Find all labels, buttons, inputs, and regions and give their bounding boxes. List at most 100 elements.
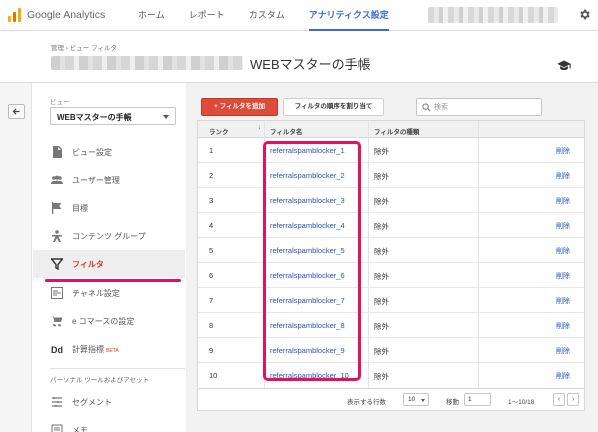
beta-badge: BETA (106, 348, 119, 354)
filter-name-link[interactable]: referralspamblocker_5 (270, 246, 345, 255)
memo-icon (51, 424, 63, 432)
rank-cell: 6 (209, 271, 214, 280)
table-row: 3 referralspamblocker_3 除外 削除 (198, 188, 584, 213)
filter-name-link[interactable]: referralspamblocker_10 (270, 371, 349, 380)
rank-cell: 2 (209, 171, 214, 180)
view-selector[interactable]: WEBマスターの手帳 (50, 107, 176, 125)
svg-text:Dd: Dd (51, 345, 63, 355)
pagination-bar: 表示する行数 10 移動 1 1～10/18 ‹ › (197, 389, 585, 411)
column-header-rank[interactable]: ランク (209, 126, 229, 136)
delete-link[interactable]: 削除 (556, 371, 570, 381)
sidebar-item-label: コンテンツ グループ (72, 232, 146, 241)
filter-type-cell: 除外 (374, 322, 389, 331)
sidebar-item-filters[interactable]: フィルタ (33, 250, 185, 278)
goto-page-input[interactable]: 1 (464, 393, 491, 406)
sidebar-item-channel-settings[interactable]: チャネル設定 (33, 279, 185, 307)
graduation-cap-icon[interactable] (557, 60, 571, 70)
page-header: 管理 › ビュー フィルタ WEBマスターの手帳 (0, 31, 598, 83)
analytics-logo-icon (8, 8, 22, 22)
delete-link[interactable]: 削除 (556, 296, 570, 306)
sidebar-item-view-settings[interactable]: ビュー設定 (33, 138, 185, 166)
filter-type-cell: 除外 (374, 172, 389, 181)
sidebar-item-content-grouping[interactable]: コンテンツ グループ (33, 222, 185, 250)
filter-name-link[interactable]: referralspamblocker_8 (270, 321, 345, 330)
filter-name-link[interactable]: referralspamblocker_2 (270, 171, 345, 180)
account-selector-redacted[interactable] (428, 7, 558, 23)
filter-name-link[interactable]: referralspamblocker_6 (270, 271, 345, 280)
gear-icon[interactable] (578, 8, 591, 21)
sidebar-item-label: チャネル設定 (72, 289, 120, 298)
sidebar-item-label: メモ (72, 426, 88, 432)
back-arrow-icon[interactable] (8, 104, 25, 119)
delete-link[interactable]: 削除 (556, 271, 570, 281)
sidebar-section-title: パーソナル ツールおよびアセット (50, 377, 150, 384)
top-bar: Google Analytics ホーム レポート カスタム アナリティクス設定 (0, 0, 598, 31)
delete-link[interactable]: 削除 (556, 321, 570, 331)
sidebar-item-label: 計算指標 BETA (72, 345, 119, 354)
sidebar-item-memo[interactable]: メモ (33, 416, 185, 432)
filter-name-link[interactable]: referralspamblocker_7 (270, 296, 345, 305)
previous-page-button[interactable]: ‹ (553, 393, 565, 406)
page-title: WEBマスターの手帳 (250, 57, 371, 72)
view-selected: WEBマスターの手帳 (57, 113, 132, 122)
chevron-down-icon (163, 115, 169, 119)
rank-cell: 5 (209, 246, 214, 255)
sidebar-item-ecommerce[interactable]: e コマースの設定 (33, 307, 185, 335)
filter-type-cell: 除外 (374, 272, 389, 281)
admin-sidebar: ビュー WEBマスターの手帳 ビュー設定 ユーザー管理 目標 コンテンツ グルー… (33, 83, 185, 432)
logo-text: Google Analytics (27, 9, 106, 21)
table-row: 1 referralspamblocker_1 除外 削除 (198, 138, 584, 163)
document-icon (53, 146, 62, 158)
main-panel: + フィルタを追加 フィルタの順序を割り当て ランク ↓ フィルタ名 フィルタの… (186, 83, 598, 432)
column-header-filter-type[interactable]: フィルタの種類 (374, 126, 419, 136)
next-page-button[interactable]: › (567, 393, 579, 406)
breadcrumb[interactable]: 管理 › ビュー フィルタ (51, 42, 117, 52)
search-icon (422, 103, 431, 112)
sidebar-item-label: e コマースの設定 (72, 317, 135, 326)
nav-home[interactable]: ホーム (138, 0, 165, 31)
add-filter-button[interactable]: + フィルタを追加 (201, 98, 278, 116)
rank-cell: 10 (209, 371, 218, 380)
sidebar-item-goals[interactable]: 目標 (33, 194, 185, 222)
sidebar-item-label: セグメント (72, 398, 112, 407)
users-icon (51, 175, 63, 184)
sidebar-item-user-management[interactable]: ユーザー管理 (33, 166, 185, 194)
delete-link[interactable]: 削除 (556, 346, 570, 356)
table-row: 9 referralspamblocker_9 除外 削除 (198, 338, 584, 363)
rank-cell: 4 (209, 221, 214, 230)
sidebar-item-calculated-metrics[interactable]: Dd 計算指標 BETA (33, 335, 185, 363)
search-input[interactable] (434, 100, 538, 114)
filter-name-link[interactable]: referralspamblocker_1 (270, 146, 345, 155)
delete-link[interactable]: 削除 (556, 146, 570, 156)
filter-name-link[interactable]: referralspamblocker_3 (270, 196, 345, 205)
delete-link[interactable]: 削除 (556, 246, 570, 256)
cart-icon (51, 316, 63, 327)
sort-arrow-icon[interactable]: ↓ (258, 125, 261, 131)
nav-admin[interactable]: アナリティクス設定 (308, 0, 389, 31)
left-rail (0, 83, 32, 432)
rank-cell: 7 (209, 296, 214, 305)
main-nav: ホーム レポート カスタム アナリティクス設定 (138, 0, 413, 31)
segment-icon (52, 397, 62, 407)
sidebar-item-label: ビュー設定 (72, 148, 112, 157)
sidebar-item-segments[interactable]: セグメント (33, 388, 185, 416)
filter-type-cell: 除外 (374, 147, 389, 156)
table-row: 6 referralspamblocker_6 除外 削除 (198, 263, 584, 288)
delete-link[interactable]: 削除 (556, 171, 570, 181)
rank-cell: 9 (209, 346, 214, 355)
table-row: 2 referralspamblocker_2 除外 削除 (198, 163, 584, 188)
google-analytics-logo[interactable]: Google Analytics (8, 8, 105, 22)
delete-link[interactable]: 削除 (556, 196, 570, 206)
filter-name-link[interactable]: referralspamblocker_4 (270, 221, 345, 230)
rows-per-page-value: 10 (408, 396, 416, 403)
rows-per-page-select[interactable]: 10 (403, 393, 429, 406)
table-row: 7 referralspamblocker_7 除外 削除 (198, 288, 584, 313)
search-box[interactable] (416, 98, 542, 116)
delete-link[interactable]: 削除 (556, 221, 570, 231)
assign-filter-order-button[interactable]: フィルタの順序を割り当て (283, 98, 384, 116)
nav-reports[interactable]: レポート (189, 0, 225, 31)
filter-name-link[interactable]: referralspamblocker_9 (270, 346, 345, 355)
filter-type-cell: 除外 (374, 247, 389, 256)
column-header-filter-name[interactable]: フィルタ名 (270, 126, 302, 136)
nav-custom[interactable]: カスタム (249, 0, 285, 31)
